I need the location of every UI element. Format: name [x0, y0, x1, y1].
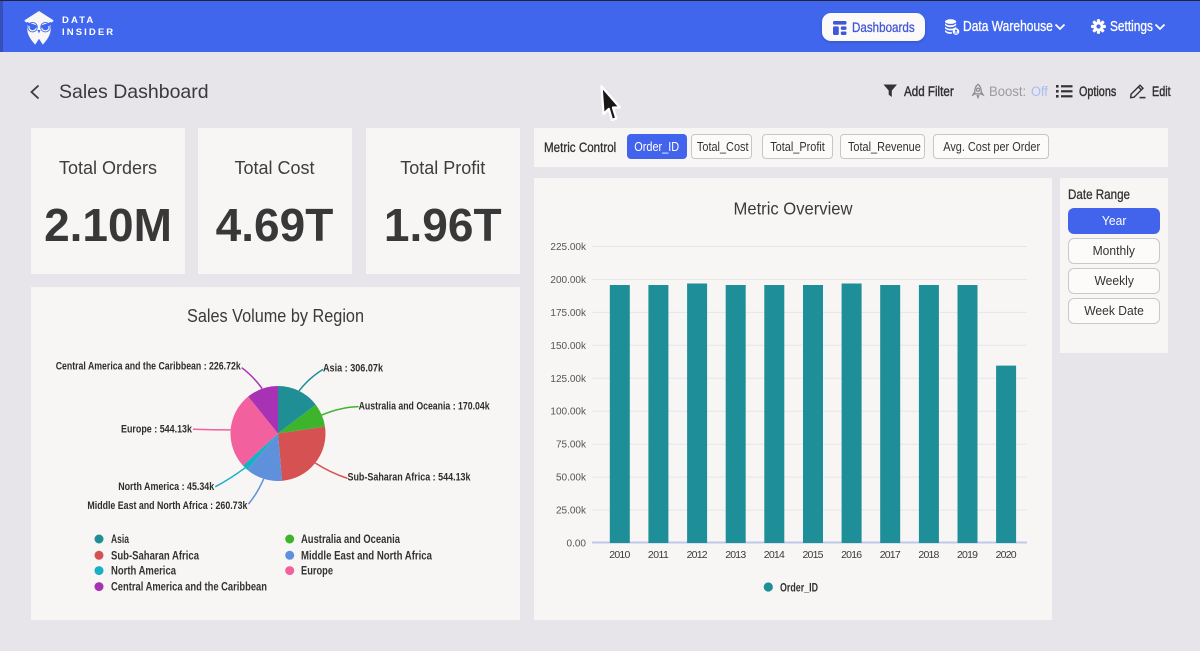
svg-text:Australia and Oceania : 170.04: Australia and Oceania : 170.04k	[359, 401, 491, 413]
svg-text:2012: 2012	[687, 549, 708, 561]
svg-text:100.00k: 100.00k	[550, 407, 587, 418]
svg-text:75.00k: 75.00k	[556, 440, 587, 451]
svg-text:2013: 2013	[725, 549, 746, 561]
svg-text:Sub-Saharan Africa : 544.13k: Sub-Saharan Africa : 544.13k	[348, 471, 472, 483]
svg-text:0.00: 0.00	[567, 539, 587, 550]
svg-text:Asia : 306.07k: Asia : 306.07k	[323, 362, 384, 374]
svg-text:2020: 2020	[996, 549, 1017, 561]
svg-text:2011: 2011	[648, 549, 669, 561]
svg-text:Metric Overview: Metric Overview	[734, 199, 853, 219]
svg-text:Sub-Saharan Africa: Sub-Saharan Africa	[111, 550, 199, 562]
svg-text:2016: 2016	[841, 549, 862, 561]
svg-text:North America : 45.34k: North America : 45.34k	[118, 481, 215, 493]
svg-text:50.00k: 50.00k	[556, 473, 587, 484]
svg-text:2019: 2019	[957, 549, 978, 561]
svg-text:2017: 2017	[880, 549, 901, 561]
svg-text:Europe: Europe	[301, 566, 333, 578]
svg-text:2015: 2015	[803, 549, 824, 561]
svg-text:Asia: Asia	[111, 534, 129, 546]
svg-text:Central America and the Caribb: Central America and the Caribbean : 226.…	[56, 360, 242, 372]
svg-text:2014: 2014	[764, 549, 785, 561]
svg-text:Order_ID: Order_ID	[780, 581, 818, 595]
svg-text:Sales Volume by Region: Sales Volume by Region	[187, 306, 364, 326]
svg-text:North America: North America	[111, 566, 176, 578]
svg-text:Middle East and North Africa :: Middle East and North Africa : 260.73k	[87, 500, 248, 512]
svg-text:150.00k: 150.00k	[550, 341, 587, 352]
svg-text:25.00k: 25.00k	[556, 506, 587, 517]
svg-text:2018: 2018	[918, 549, 939, 561]
svg-text:Middle East and North Africa: Middle East and North Africa	[301, 550, 433, 562]
svg-text:175.00k: 175.00k	[550, 308, 587, 319]
svg-text:Central America and the Caribb: Central America and the Caribbean	[111, 582, 267, 594]
svg-text:Europe : 544.13k: Europe : 544.13k	[121, 423, 193, 435]
svg-text:2010: 2010	[609, 549, 630, 561]
svg-text:225.00k: 225.00k	[550, 242, 587, 253]
svg-text:125.00k: 125.00k	[550, 374, 587, 385]
svg-text:Australia and Oceania: Australia and Oceania	[301, 534, 400, 546]
svg-text:200.00k: 200.00k	[550, 275, 587, 286]
